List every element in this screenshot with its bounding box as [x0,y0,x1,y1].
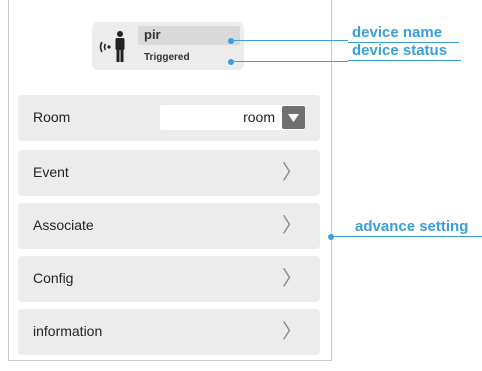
triangle-down-icon [288,114,299,122]
person-sensor-icon [98,30,134,64]
device-status-leader-line [234,61,348,62]
device-status-underline [348,60,461,61]
event-row[interactable]: Event 〉 [18,150,320,196]
config-row[interactable]: Config 〉 [18,256,320,302]
device-name: pir [144,27,161,42]
advance-setting-leader-line [334,236,482,237]
room-select[interactable]: room [160,105,305,130]
information-row[interactable]: information 〉 [18,309,320,355]
associate-row[interactable]: Associate 〉 [18,203,320,249]
dropdown-button[interactable] [282,106,305,129]
device-status-annotation: device status [352,42,448,59]
device-name-annotation: device name [352,24,443,41]
device-name-callout-dot [228,38,234,44]
information-label: information [33,323,103,339]
advance-setting-callout-dot [328,234,334,240]
chevron-right-icon: 〉 [282,319,302,343]
device-card: pir Triggered [92,22,244,70]
event-label: Event [33,164,69,180]
config-label: Config [33,270,74,286]
chevron-right-icon: 〉 [282,213,302,237]
device-status-callout-dot [228,59,234,65]
chevron-right-icon: 〉 [282,266,302,290]
device-name-leader-line [234,40,348,41]
room-label: Room [33,109,71,125]
device-status: Triggered [144,52,190,63]
advance-setting-annotation: advance setting [355,218,469,235]
room-row: Room room [18,95,320,141]
associate-label: Associate [33,217,94,233]
chevron-right-icon: 〉 [282,160,302,184]
device-name-field[interactable]: pir [138,26,240,45]
room-selected-value: room [243,109,275,125]
